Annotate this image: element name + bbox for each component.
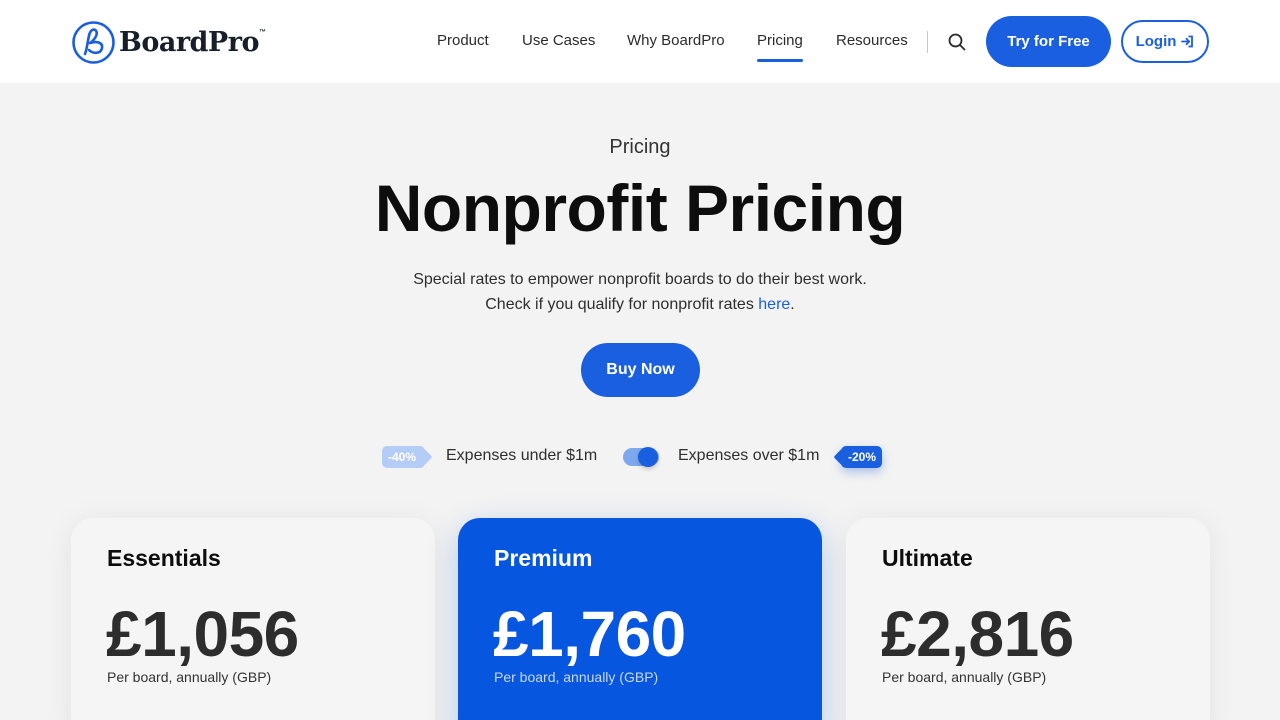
boardpro-logo-icon: [72, 20, 115, 64]
plan-price: £1,056: [106, 598, 299, 670]
hero-qualify-text: Check if you qualify for nonprofit rates…: [0, 296, 1280, 314]
nav-item-why-boardpro[interactable]: Why BoardPro: [627, 32, 725, 49]
plan-name: Essentials: [107, 545, 221, 571]
plan-name: Ultimate: [882, 545, 973, 571]
nav-item-use-cases[interactable]: Use Cases: [522, 32, 595, 49]
plan-price-note: Per board, annually (GBP): [882, 669, 1047, 685]
site-header: BoardPro™ Product Use Cases Why BoardPro…: [0, 0, 1280, 83]
hero-eyebrow: Pricing: [609, 136, 671, 158]
switch-knob: [638, 447, 658, 467]
toggle-label-under-1m[interactable]: Expenses under $1m: [446, 447, 597, 465]
qualify-text: Check if you qualify for nonprofit rates: [485, 296, 759, 313]
plan-price: £2,816: [881, 598, 1074, 670]
login-arrow-icon: [1181, 35, 1194, 48]
plan-price-note: Per board, annually (GBP): [107, 669, 272, 685]
toggle-label-over-1m[interactable]: Expenses over $1m: [678, 447, 819, 465]
plan-price: £1,760: [493, 598, 686, 670]
search-button[interactable]: [946, 31, 968, 53]
nav-item-product[interactable]: Product: [437, 32, 489, 49]
qualify-period: .: [790, 296, 795, 313]
plan-card-premium: Premium £1,760 Per board, annually (GBP): [458, 518, 822, 720]
discount-badge-over-1m: -20%: [841, 446, 883, 468]
login-label: Login: [1135, 33, 1177, 50]
expenses-switch[interactable]: [623, 447, 659, 467]
plan-name: Premium: [494, 545, 593, 571]
expenses-toggle: -40% Expenses under $1m Expenses over $1…: [0, 446, 1280, 470]
try-for-free-button[interactable]: Try for Free: [986, 16, 1111, 67]
nav-item-resources[interactable]: Resources: [836, 32, 908, 49]
hero-subtitle: Special rates to empower nonprofit board…: [413, 271, 867, 288]
nav-divider: [927, 31, 928, 53]
search-icon: [948, 33, 966, 51]
brand-name: BoardPro™: [119, 26, 266, 58]
plan-price-note: Per board, annually (GBP): [494, 669, 659, 685]
plan-card-essentials: Essentials £1,056 Per board, annually (G…: [71, 518, 435, 720]
discount-badge-under-1m: -40%: [382, 446, 426, 468]
nav-item-pricing[interactable]: Pricing: [757, 32, 803, 62]
plan-card-ultimate: Ultimate £2,816 Per board, annually (GBP…: [846, 518, 1210, 720]
login-button[interactable]: Login: [1121, 20, 1209, 63]
buy-now-button[interactable]: Buy Now: [581, 343, 700, 397]
page-title: Nonprofit Pricing: [374, 171, 906, 245]
qualify-here-link[interactable]: here: [758, 296, 790, 313]
brand-logo[interactable]: BoardPro™: [71, 19, 266, 65]
